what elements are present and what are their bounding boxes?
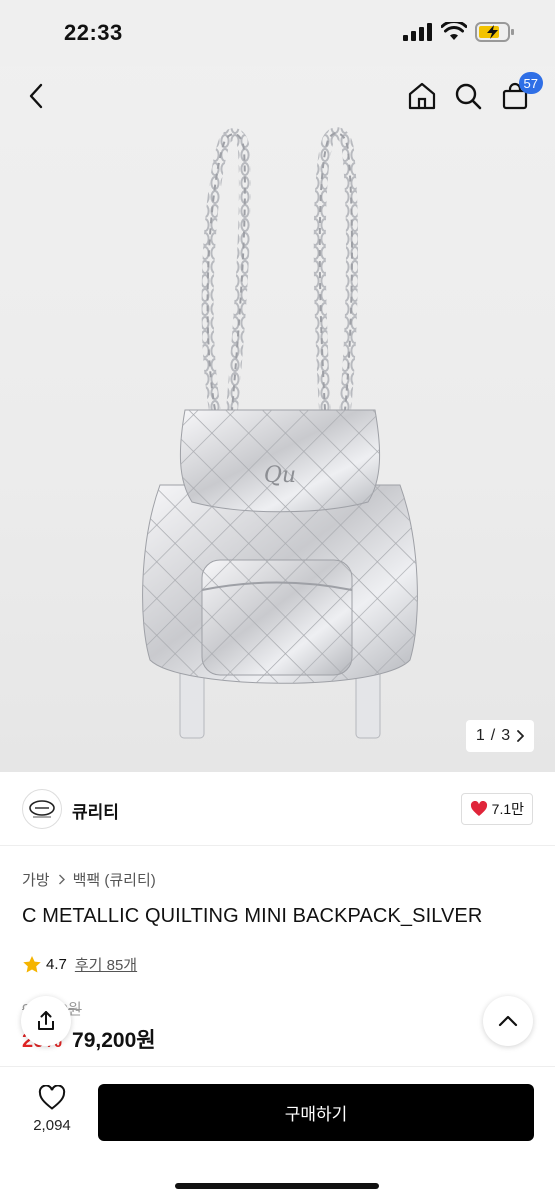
share-button[interactable] bbox=[21, 996, 71, 1046]
brand-row[interactable]: 큐리티 7.1만 bbox=[0, 772, 555, 846]
svg-text:Qu: Qu bbox=[264, 463, 296, 488]
brand-name[interactable]: 큐리티 bbox=[72, 798, 119, 823]
chevron-right-icon bbox=[517, 730, 525, 742]
breadcrumb-item-backpack[interactable]: 백팩 (큐리티) bbox=[73, 869, 156, 890]
rating-value: 4.7 bbox=[46, 956, 67, 973]
back-button[interactable] bbox=[18, 78, 54, 114]
image-counter-separator: / bbox=[490, 727, 496, 744]
search-button[interactable] bbox=[450, 78, 486, 114]
cart-count-badge: 57 bbox=[518, 72, 543, 94]
chevron-up-icon bbox=[498, 1015, 518, 1027]
sale-price: 79,200원 bbox=[72, 1029, 156, 1052]
product-title: C METALLIC QUILTING MINI BACKPACK_SILVER bbox=[22, 905, 483, 927]
status-time: 22:33 bbox=[64, 20, 123, 45]
wifi-icon bbox=[441, 22, 467, 40]
top-nav: 57 bbox=[0, 66, 555, 126]
rating-row[interactable]: 4.7 후기 85개 bbox=[22, 954, 137, 975]
wishlist-button[interactable]: 2,094 bbox=[22, 1085, 82, 1159]
product-image: Qu bbox=[142, 127, 418, 739]
brand-like-count: 7.1만 bbox=[491, 801, 524, 817]
breadcrumb-item-bag[interactable]: 가방 bbox=[22, 869, 50, 890]
breadcrumb: 가방 백팩 (큐리티) bbox=[22, 869, 156, 890]
image-counter-current: 1 bbox=[475, 727, 485, 744]
share-icon bbox=[38, 1011, 54, 1030]
status-bar: 22:33 bbox=[0, 0, 555, 66]
chevron-right-icon bbox=[58, 874, 65, 885]
image-counter[interactable]: 1 / 3 bbox=[466, 720, 534, 752]
bottom-action-bar: 2,094 구매하기 bbox=[0, 1066, 555, 1200]
brand-logo[interactable] bbox=[22, 789, 62, 829]
star-icon bbox=[23, 956, 41, 973]
brand-logo-mark bbox=[29, 800, 55, 818]
heart-icon bbox=[470, 801, 487, 816]
back-icon bbox=[29, 83, 43, 109]
buy-button[interactable]: 구매하기 bbox=[98, 1084, 534, 1141]
scroll-top-button[interactable] bbox=[483, 996, 533, 1046]
home-icon bbox=[408, 82, 436, 110]
brand-like-button[interactable]: 7.1만 bbox=[460, 793, 533, 825]
status-icons bbox=[403, 22, 515, 42]
image-counter-total: 3 bbox=[501, 727, 511, 744]
signal-icon bbox=[403, 23, 432, 41]
battery-charging-icon bbox=[475, 22, 514, 42]
search-icon bbox=[455, 83, 482, 110]
home-button[interactable] bbox=[404, 78, 440, 114]
cart-button[interactable]: 57 bbox=[497, 72, 543, 114]
review-count-link[interactable]: 후기 85개 bbox=[75, 954, 137, 975]
home-indicator bbox=[175, 1183, 379, 1189]
wishlist-count: 2,094 bbox=[33, 1117, 71, 1134]
heart-outline-icon bbox=[38, 1085, 66, 1110]
